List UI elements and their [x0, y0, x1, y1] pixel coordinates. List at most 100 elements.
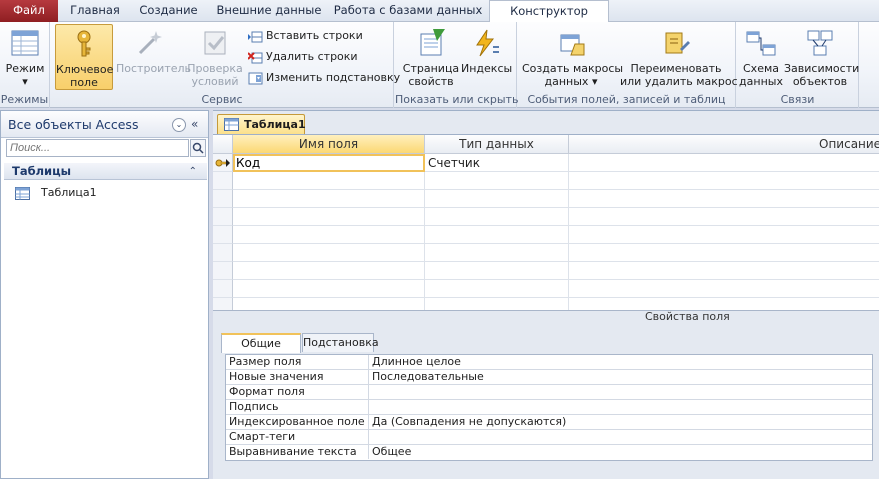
modify-lookups-button[interactable]: Изменить подстановку: [248, 68, 400, 88]
data-type-cell[interactable]: [425, 280, 569, 298]
tab-file[interactable]: Файл: [0, 0, 58, 22]
field-name-cell[interactable]: [233, 244, 425, 262]
row-selector[interactable]: [213, 262, 233, 280]
field-name-cell[interactable]: [233, 208, 425, 226]
tab-general[interactable]: Общие: [221, 333, 301, 353]
property-value[interactable]: Длинное целое: [372, 355, 461, 369]
data-type-cell[interactable]: [425, 208, 569, 226]
property-name: Размер поля: [226, 355, 369, 369]
property-row-smart-tags[interactable]: Смарт-теги: [226, 430, 872, 445]
rename-delete-macro-label-2: или удалить макрос: [620, 75, 738, 88]
key-icon: [77, 30, 91, 57]
property-sheet-button[interactable]: Страница свойств: [401, 24, 461, 90]
field-name-cell[interactable]: [233, 172, 425, 190]
primary-key-label-1: Ключевое: [56, 63, 114, 76]
group-label-tools: Сервис: [201, 93, 243, 106]
tab-home[interactable]: Главная: [63, 0, 127, 22]
property-row-field-size[interactable]: Размер поля Длинное целое: [226, 355, 872, 370]
rename-delete-macro-label-1: Переименовать: [630, 62, 722, 75]
row-selector[interactable]: [213, 226, 233, 244]
test-validation-label-2: условий: [191, 75, 239, 88]
nav-pane-header[interactable]: Все объекты Access ⌄ «: [1, 111, 208, 138]
nav-pane-collapse-icon[interactable]: «: [191, 111, 198, 138]
nav-item-label: Таблица1: [41, 186, 97, 199]
row-selector[interactable]: [213, 190, 233, 208]
test-validation-button[interactable]: Проверка условий: [185, 24, 245, 90]
field-name-cell[interactable]: [233, 190, 425, 208]
description-cell[interactable]: [569, 280, 879, 298]
property-row-text-align[interactable]: Выравнивание текста Общее: [226, 445, 872, 460]
data-type-cell[interactable]: [425, 190, 569, 208]
object-dependencies-button[interactable]: Зависимости объектов: [784, 24, 860, 90]
delete-rows-button[interactable]: Удалить строки: [248, 47, 358, 67]
row-selector[interactable]: [213, 172, 233, 190]
property-row-indexed[interactable]: Индексированное поле Да (Совпадения не д…: [226, 415, 872, 430]
builder-button[interactable]: Построитель: [116, 24, 192, 90]
delete-rows-label: Удалить строки: [266, 50, 358, 63]
nav-pane-menu-icon[interactable]: ⌄: [172, 118, 186, 132]
tab-external-data[interactable]: Внешние данные: [210, 0, 328, 22]
description-cell[interactable]: [569, 190, 879, 208]
nav-search-button[interactable]: [190, 139, 206, 157]
field-name-cell[interactable]: [233, 280, 425, 298]
test-validation-label-1: Проверка: [187, 62, 243, 75]
property-sheet-icon: [420, 29, 445, 56]
field-name-input[interactable]: [233, 154, 425, 172]
object-dependencies-label-2: объектов: [792, 75, 848, 88]
description-cell[interactable]: [569, 244, 879, 262]
indexes-button[interactable]: Индексы: [461, 24, 512, 90]
field-name-cell[interactable]: [233, 226, 425, 244]
row-selector[interactable]: [213, 154, 233, 172]
description-cell[interactable]: [569, 154, 879, 172]
object-dependencies-label-1: Зависимости: [784, 62, 860, 75]
property-value[interactable]: Да (Совпадения не допускаются): [372, 415, 566, 429]
row-selector[interactable]: [213, 244, 233, 262]
property-value[interactable]: Последовательные: [372, 370, 484, 384]
create-data-macros-button[interactable]: Создать макросы данных ▾: [522, 24, 623, 90]
property-row-new-values[interactable]: Новые значения Последовательные: [226, 370, 872, 385]
row-selector[interactable]: [213, 280, 233, 298]
tab-design[interactable]: Конструктор: [489, 0, 609, 23]
nav-search-input[interactable]: [6, 139, 189, 157]
relationships-button[interactable]: Схема данных: [739, 24, 783, 90]
primary-key-button[interactable]: Ключевое поле: [55, 24, 113, 90]
document-tab-table1[interactable]: Таблица1: [217, 114, 306, 134]
insert-rows-icon: [248, 31, 263, 42]
tab-lookup[interactable]: Подстановка: [302, 333, 379, 352]
description-cell[interactable]: [569, 172, 879, 190]
data-type-cell[interactable]: [425, 244, 569, 262]
property-row-caption[interactable]: Подпись: [226, 400, 872, 415]
grid-select-all[interactable]: [213, 135, 233, 154]
property-name: Индексированное поле: [226, 415, 369, 429]
property-name: Смарт-теги: [226, 430, 369, 444]
field-name-cell[interactable]: [233, 262, 425, 280]
relationships-label-2: данных: [739, 75, 783, 88]
property-row-format[interactable]: Формат поля: [226, 385, 872, 400]
document-area: Таблица1 Имя поля Тип данных Описание Сч…: [213, 110, 879, 479]
table-icon: [15, 186, 30, 200]
tab-database-tools[interactable]: Работа с базами данных: [332, 0, 484, 22]
rename-delete-macro-button[interactable]: Переименовать или удалить макрос: [620, 24, 738, 90]
nav-pane-title: Все объекты Access: [8, 117, 139, 132]
chevron-up-icon[interactable]: ⌃: [189, 163, 197, 180]
insert-rows-button[interactable]: Вставить строки: [248, 26, 363, 46]
insert-rows-label: Вставить строки: [266, 29, 363, 42]
data-type-cell[interactable]: Счетчик: [425, 154, 569, 172]
view-button[interactable]: Режим ▾: [3, 24, 47, 90]
document-tab-label: Таблица1: [244, 118, 306, 131]
description-cell[interactable]: [569, 262, 879, 280]
data-type-cell[interactable]: [425, 172, 569, 190]
nav-item-table1[interactable]: Таблица1: [15, 184, 97, 201]
description-cell[interactable]: [569, 208, 879, 226]
nav-section-tables[interactable]: Таблицы ⌃: [4, 163, 207, 180]
builder-label: Построитель: [116, 62, 192, 75]
rename-macro-icon: [665, 32, 690, 54]
data-type-cell[interactable]: [425, 226, 569, 244]
property-value[interactable]: Общее: [372, 445, 411, 459]
description-cell[interactable]: [569, 226, 879, 244]
row-selector[interactable]: [213, 208, 233, 226]
data-macro-icon: [560, 34, 585, 56]
view-icon: [11, 30, 39, 56]
tab-create[interactable]: Создание: [131, 0, 206, 22]
data-type-cell[interactable]: [425, 262, 569, 280]
